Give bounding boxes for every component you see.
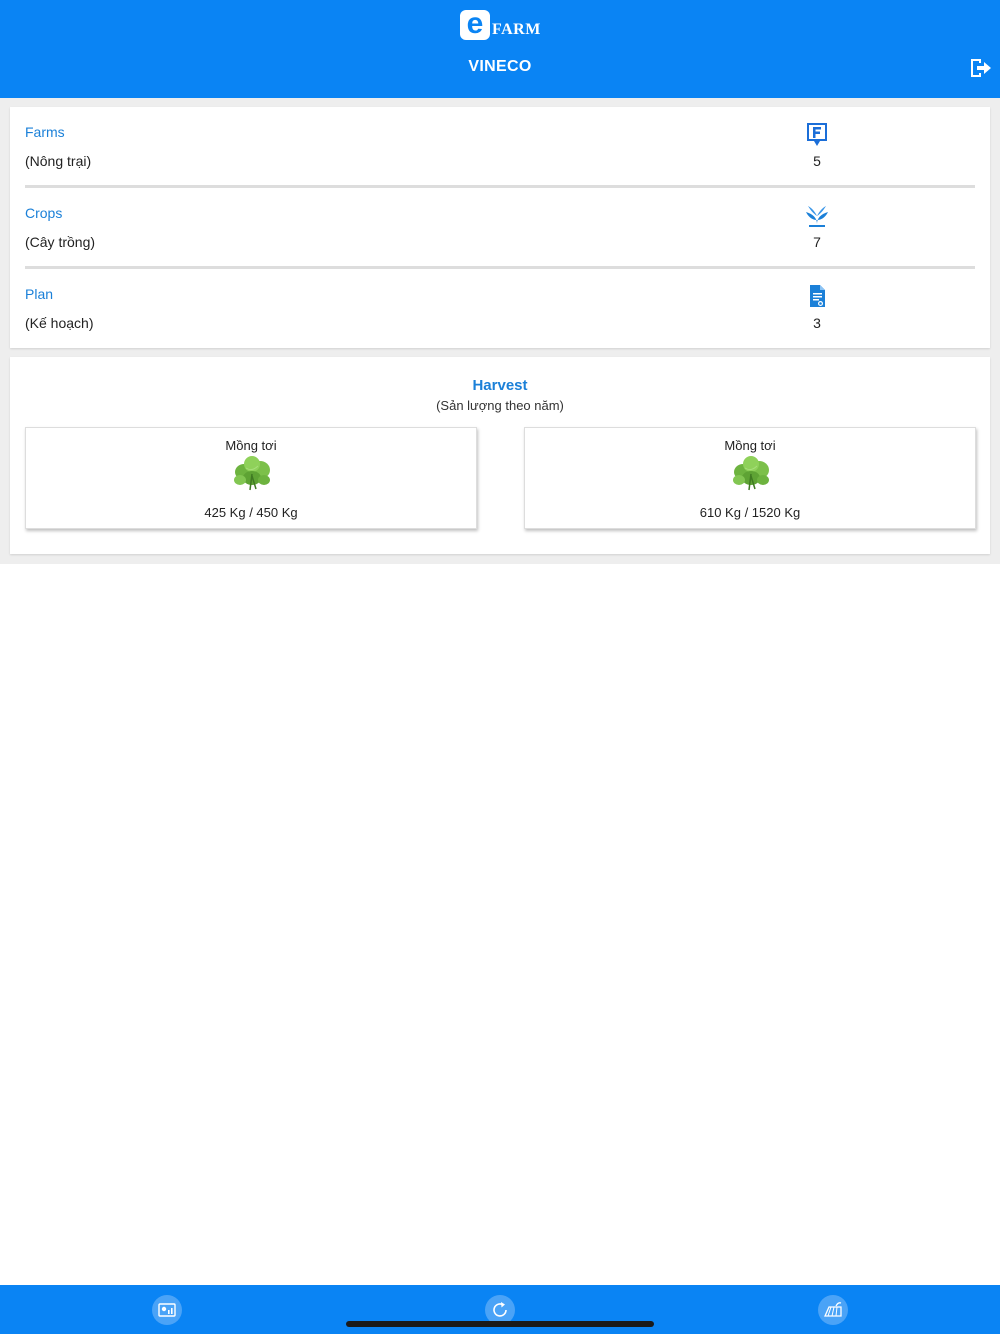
logout-icon: [971, 59, 991, 77]
crop-amount: 610 Kg / 1520 Kg: [699, 505, 801, 520]
farm-marker-icon: [807, 123, 827, 146]
refresh-icon: [493, 1302, 507, 1317]
harvest-crop-card[interactable]: Mồng tơi 610 Kg / 1520 Kg: [524, 427, 976, 529]
summary-row-crops[interactable]: Crops (Cây trồng) 7: [25, 188, 975, 269]
leafy-vegetable-image: [234, 456, 270, 491]
crop-amount: 425 Kg / 450 Kg: [204, 505, 298, 520]
row-title: Plan: [25, 286, 54, 302]
row-title: Crops: [25, 205, 63, 221]
crop-name: Mồng tơi: [225, 438, 277, 453]
summary-card: Farms (Nông trại) 5 Crops (Cây trồng) 7 …: [10, 107, 990, 348]
row-subtitle: (Cây trồng): [25, 234, 96, 250]
row-title: Farms: [25, 124, 65, 140]
summary-row-farms[interactable]: Farms (Nông trại) 5: [25, 107, 975, 188]
logout-button[interactable]: [968, 57, 992, 79]
summary-row-plan[interactable]: Plan (Kế hoạch) 3: [25, 269, 975, 350]
app-header: e FARM VINECO: [0, 0, 1000, 98]
app-logo: e FARM: [460, 9, 550, 40]
farms-count: 5: [813, 153, 821, 169]
logo-text: FARM: [492, 21, 541, 38]
organization-name: VINECO: [468, 58, 532, 75]
nav-dashboard-button[interactable]: [152, 1295, 182, 1325]
document-icon: [810, 285, 825, 307]
harvest-title: Harvest: [472, 377, 528, 394]
row-subtitle: (Kế hoạch): [25, 315, 94, 331]
harvest-subtitle: (Sản lượng theo năm): [436, 398, 564, 413]
dashboard-icon: [158, 1303, 176, 1317]
bottom-navigation: [0, 1285, 1000, 1334]
home-indicator: [346, 1321, 654, 1327]
harvest-card: Harvest (Sản lượng theo năm) Mồng tơi 42…: [10, 357, 990, 554]
row-subtitle: (Nông trại): [25, 153, 92, 169]
logo-letter: e: [460, 9, 490, 40]
plan-count: 3: [813, 315, 821, 331]
crops-count: 7: [813, 234, 821, 250]
leafy-vegetable-image: [733, 456, 769, 491]
harvest-crop-card[interactable]: Mồng tơi 425 Kg / 450 Kg: [25, 427, 477, 529]
nav-field-button[interactable]: [818, 1295, 848, 1325]
plant-icon: [806, 206, 828, 227]
crop-name: Mồng tơi: [724, 438, 776, 453]
field-icon: [824, 1302, 842, 1317]
